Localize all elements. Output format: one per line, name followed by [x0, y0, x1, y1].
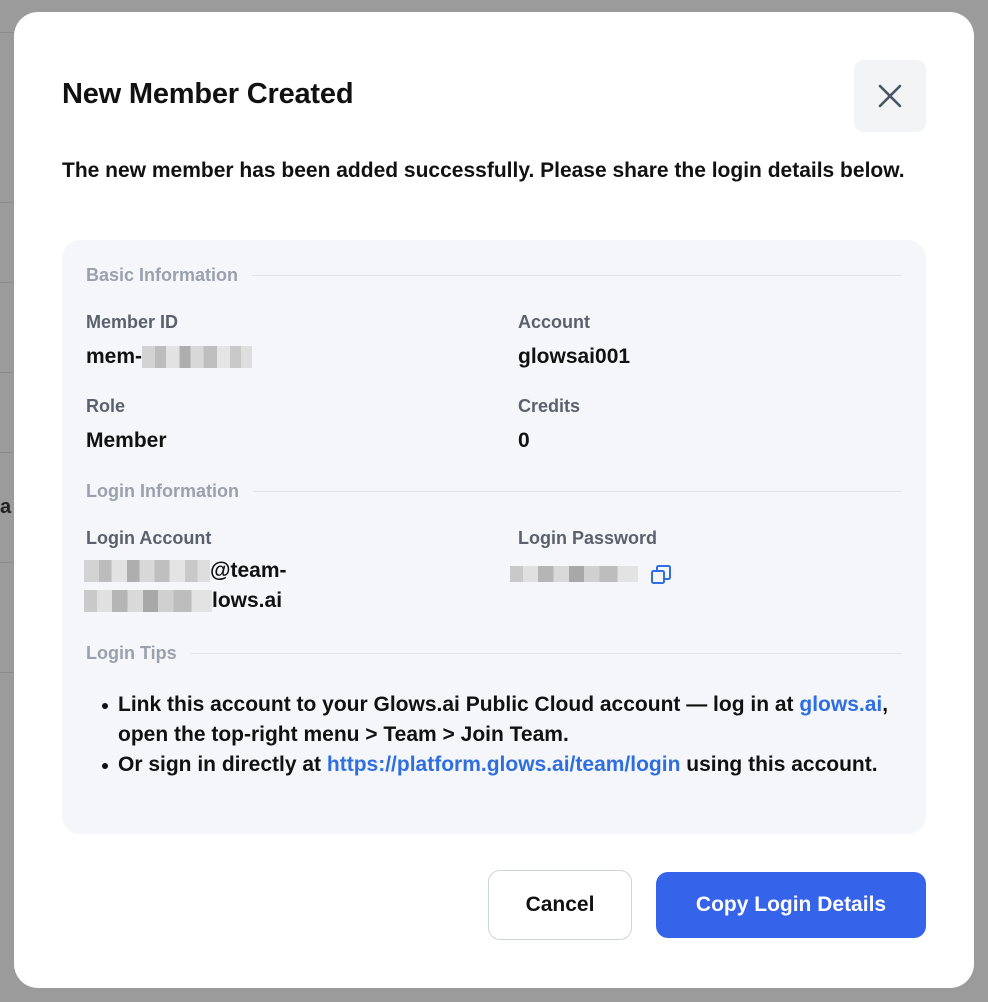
role-value: Member [86, 429, 167, 452]
list-item: Or sign in directly at https://platform.… [98, 750, 898, 780]
login-info-heading: Login Information [86, 480, 239, 501]
member-id-prefix: mem- [86, 345, 143, 368]
login-tips-list: Link this account to your Glows.ai Publi… [98, 690, 898, 780]
tip-text: using this account. [680, 753, 878, 776]
login-info-section-header: Login Information [86, 478, 902, 504]
section-divider [190, 652, 902, 654]
redacted-login-account [84, 590, 212, 613]
login-account-line-1: @team- [84, 556, 287, 586]
backdrop-divider [0, 282, 14, 283]
member-id-label: Member ID [86, 312, 179, 332]
modal-title: New Member Created [62, 78, 354, 110]
team-login-link[interactable]: https://platform.glows.ai/team/login [327, 753, 681, 776]
login-tips-section-header: Login Tips [86, 640, 902, 666]
tip-text: Link this account to your Glows.ai Publi… [118, 693, 800, 716]
credits-label: Credits [518, 396, 581, 416]
backdrop-divider [0, 562, 14, 563]
modal-subtitle: The new member has been added successful… [62, 159, 905, 182]
basic-info-section-header: Basic Information [86, 262, 902, 288]
section-divider [252, 490, 902, 492]
login-password-value [510, 566, 638, 582]
login-account-label: Login Account [86, 528, 212, 548]
close-button[interactable] [854, 60, 926, 132]
section-divider [252, 274, 902, 276]
login-account-value: @team- lows.ai [84, 556, 287, 616]
login-account-line-2: lows.ai [84, 586, 287, 616]
backdrop-divider [0, 32, 14, 33]
redacted-member-id [142, 346, 253, 369]
backdrop-divider [0, 372, 14, 373]
close-icon [878, 84, 902, 108]
role-label: Role [86, 396, 126, 416]
redacted-login-account [84, 560, 210, 583]
tip-text: Or sign in directly at [118, 753, 327, 776]
account-label: Account [518, 312, 590, 332]
copy-icon[interactable] [650, 564, 672, 586]
new-member-modal: New Member Created The new member has be… [14, 12, 974, 988]
list-item: Link this account to your Glows.ai Publi… [98, 690, 898, 750]
credits-value: 0 [518, 429, 530, 452]
copy-login-details-button[interactable]: Copy Login Details [656, 872, 926, 938]
member-id-value: mem- [86, 342, 253, 372]
login-account-domain-part: lows.ai [212, 589, 283, 612]
basic-info-heading: Basic Information [86, 264, 239, 285]
login-details-panel: Basic Information Member ID mem- Account… [62, 240, 926, 834]
login-tips-heading: Login Tips [86, 642, 177, 663]
backdrop-divider [0, 672, 14, 673]
redacted-login-password [510, 566, 638, 582]
account-value: glowsai001 [518, 345, 631, 368]
login-password-label: Login Password [518, 528, 658, 548]
backdrop-divider [0, 452, 14, 453]
glows-ai-link[interactable]: glows.ai [799, 693, 882, 716]
cancel-button[interactable]: Cancel [488, 870, 632, 940]
login-account-domain-part: @team- [210, 559, 287, 582]
backdrop-divider [0, 202, 14, 203]
backdrop-partial-text: a [0, 496, 12, 518]
